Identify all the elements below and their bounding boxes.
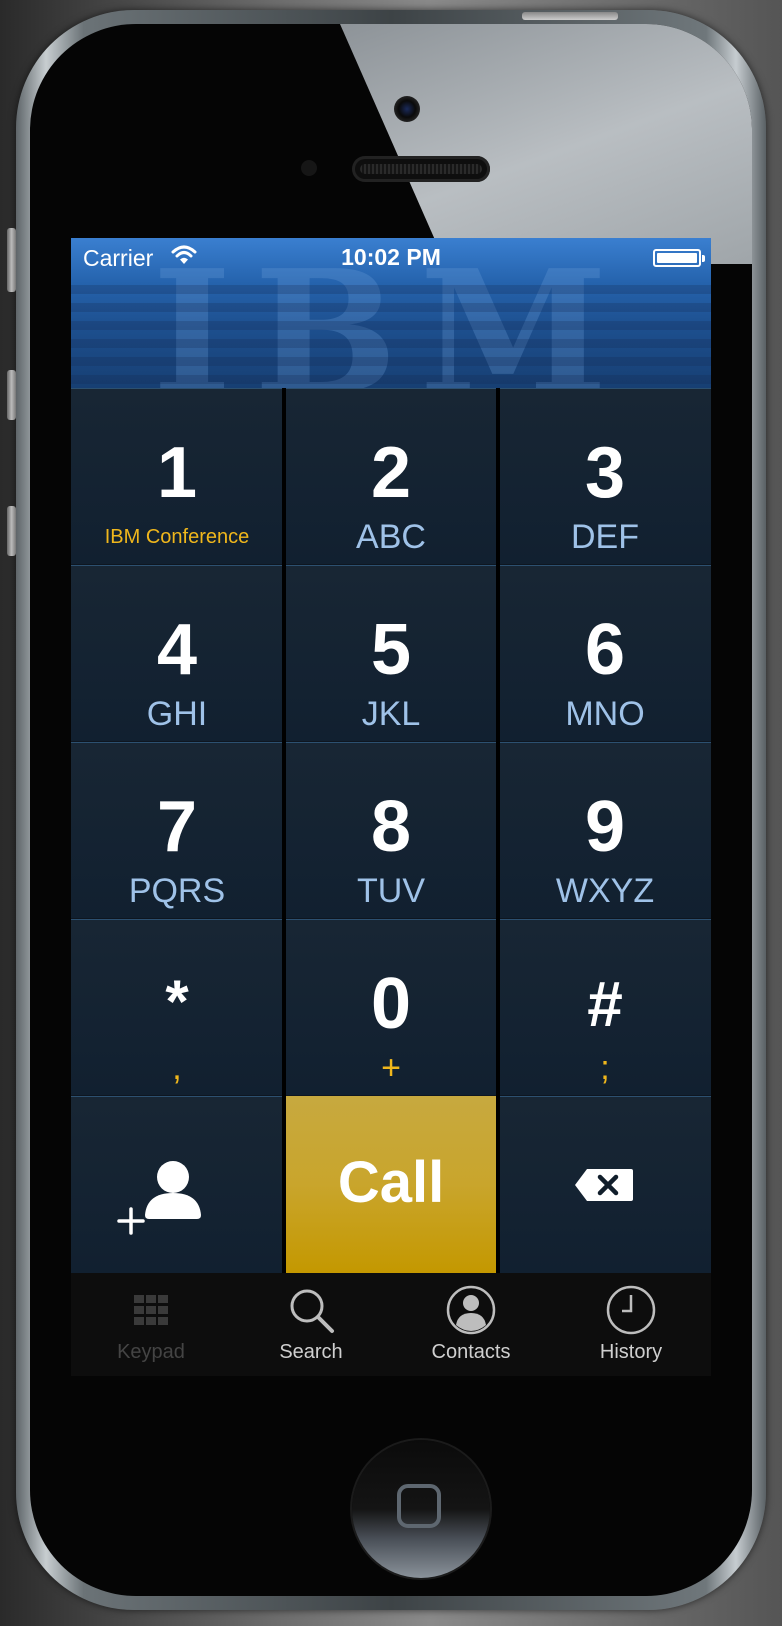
key-digit: 5 xyxy=(370,610,412,690)
backspace-button[interactable] xyxy=(499,1096,711,1273)
key-1[interactable]: 1 IBM Conference xyxy=(71,388,283,564)
column-divider-left xyxy=(282,388,286,1273)
key-4[interactable]: 4 GHI xyxy=(71,565,283,741)
key-letters: ; xyxy=(600,1049,610,1087)
key-letters: DEF xyxy=(571,518,639,556)
status-time: 10:02 PM xyxy=(341,244,441,270)
key-digit: # xyxy=(587,968,623,1040)
front-camera xyxy=(394,96,420,122)
app-screen: IBM Carrier 10:02 PM 1 IBM Conference 2 … xyxy=(71,238,711,1376)
key-digit: 6 xyxy=(584,610,626,690)
tab-bar: Keypad Search Contacts History xyxy=(71,1273,711,1376)
key-5[interactable]: 5 JKL xyxy=(285,565,497,741)
search-icon xyxy=(290,1289,334,1333)
column-divider-right xyxy=(496,388,500,1273)
key-letters: , xyxy=(172,1049,182,1087)
key-letters: MNO xyxy=(565,695,645,733)
logo-stripes xyxy=(71,276,711,388)
keypad: 1 IBM Conference 2 ABC 3 DEF 4 GHI 5 JKL… xyxy=(71,388,711,1273)
clock-icon xyxy=(606,1285,656,1335)
power-button xyxy=(522,12,618,20)
tab-search[interactable]: Search xyxy=(231,1273,391,1376)
key-digit: 0 xyxy=(370,964,412,1044)
home-button[interactable] xyxy=(352,1440,490,1578)
tab-label: History xyxy=(599,1341,663,1363)
key-9[interactable]: 9 WXYZ xyxy=(499,742,711,918)
key-star[interactable]: * , xyxy=(71,919,283,1095)
keypad-grid-icon xyxy=(134,1295,168,1325)
home-square-icon xyxy=(397,1484,441,1528)
key-digit: * xyxy=(165,968,189,1035)
ibm-conference-label: IBM Conference xyxy=(104,526,250,548)
key-letters: GHI xyxy=(146,695,208,733)
key-letters: ABC xyxy=(356,518,426,556)
volume-down-button xyxy=(7,506,16,556)
add-contact-icon xyxy=(117,1161,201,1235)
key-digit: 1 xyxy=(156,433,198,513)
key-hash[interactable]: # ; xyxy=(499,919,711,1095)
key-letters: TUV xyxy=(357,872,425,910)
key-letters: WXYZ xyxy=(555,872,655,910)
volume-up-button xyxy=(7,370,16,420)
key-2[interactable]: 2 ABC xyxy=(285,388,497,564)
tab-label: Contacts xyxy=(431,1341,511,1363)
key-digit: 9 xyxy=(584,787,626,867)
backspace-icon xyxy=(575,1169,633,1201)
tab-label: Search xyxy=(279,1341,343,1363)
call-button[interactable]: Call xyxy=(285,1096,497,1273)
contacts-icon xyxy=(446,1285,496,1335)
tab-label: Keypad xyxy=(117,1341,185,1363)
add-contact-button[interactable] xyxy=(71,1096,283,1273)
call-label: Call xyxy=(337,1150,445,1215)
mute-switch xyxy=(7,228,16,292)
earpiece-speaker xyxy=(352,156,490,182)
key-letters: + xyxy=(381,1049,401,1087)
key-3[interactable]: 3 DEF xyxy=(499,388,711,564)
key-letters: PQRS xyxy=(128,872,226,910)
battery-icon xyxy=(653,249,705,267)
tab-history[interactable]: History xyxy=(551,1273,711,1376)
proximity-sensor xyxy=(301,160,317,176)
status-bar: Carrier 10:02 PM xyxy=(71,238,711,276)
tab-contacts[interactable]: Contacts xyxy=(391,1273,551,1376)
key-digit: 4 xyxy=(156,610,198,690)
key-digit: 7 xyxy=(156,787,198,867)
key-digit: 2 xyxy=(370,433,412,513)
key-letters: JKL xyxy=(361,695,421,733)
key-8[interactable]: 8 TUV xyxy=(285,742,497,918)
key-digit: 3 xyxy=(584,433,626,513)
key-7[interactable]: 7 PQRS xyxy=(71,742,283,918)
app-header: IBM Carrier 10:02 PM xyxy=(71,238,711,388)
tab-keypad[interactable]: Keypad xyxy=(71,1273,231,1376)
key-0[interactable]: 0 + xyxy=(285,919,497,1095)
key-6[interactable]: 6 MNO xyxy=(499,565,711,741)
key-digit: 8 xyxy=(370,787,412,867)
